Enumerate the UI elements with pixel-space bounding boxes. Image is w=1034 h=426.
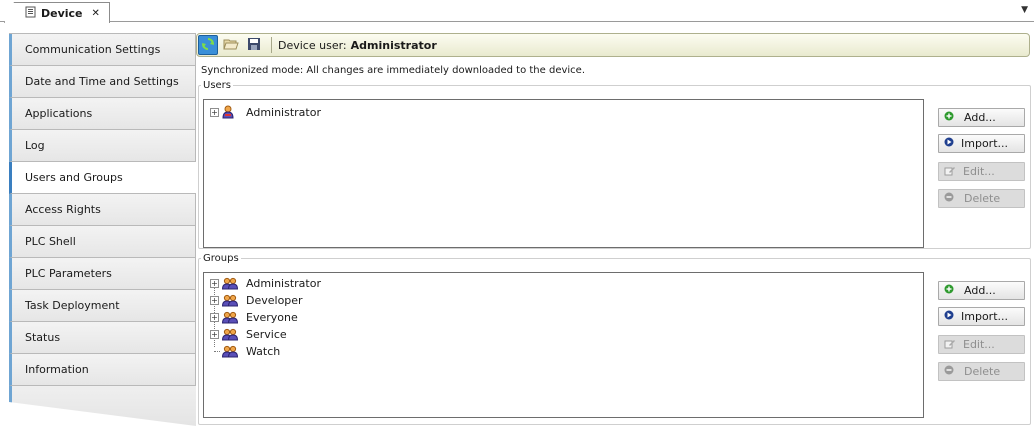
tree-item-group[interactable]: + Developer — [210, 292, 303, 308]
nav-item-plc-parameters[interactable]: PLC Parameters — [9, 258, 195, 290]
group-icon — [222, 276, 238, 290]
synchronize-button[interactable] — [198, 35, 218, 55]
delete-label: Delete — [964, 365, 1001, 378]
users-import-button[interactable]: Import... — [938, 134, 1025, 153]
users-and-groups-panel: Device user: Administrator Synchronized … — [196, 23, 1034, 426]
tree-item-label: Administrator — [246, 276, 321, 290]
tree-connector — [210, 350, 220, 352]
import-icon — [944, 310, 954, 323]
nav-item-access-rights[interactable]: Access Rights — [9, 194, 195, 226]
users-edit-button[interactable]: Edit... — [938, 162, 1025, 181]
nav-item-task-deployment[interactable]: Task Deployment — [9, 290, 195, 322]
import-icon — [944, 137, 954, 150]
users-toolbar: Device user: Administrator — [196, 33, 1030, 57]
add-label: Add... — [964, 111, 996, 124]
device-icon — [25, 6, 36, 21]
tree-item-user[interactable]: + Administrator — [210, 104, 321, 120]
toolbar-separator — [271, 37, 272, 53]
edit-icon — [944, 165, 956, 179]
nav-list: Communication Settings Date and Time and… — [9, 33, 196, 386]
tree-item-label: Everyone — [246, 310, 298, 324]
expand-icon[interactable]: + — [210, 329, 219, 339]
delete-icon — [944, 192, 954, 205]
tab-list-dropdown-icon[interactable]: ▼ — [1021, 5, 1028, 15]
tree-item-group[interactable]: Watch — [210, 343, 280, 359]
user-icon — [222, 105, 238, 119]
tree-item-group[interactable]: + Service — [210, 326, 287, 342]
import-label: Import... — [961, 137, 1008, 150]
delete-icon — [944, 365, 954, 378]
edit-icon — [944, 338, 956, 352]
expand-icon[interactable]: + — [210, 312, 219, 322]
save-button[interactable] — [244, 35, 264, 55]
group-icon — [222, 293, 238, 307]
edit-label: Edit... — [963, 338, 995, 351]
groups-import-button[interactable]: Import... — [938, 307, 1025, 326]
tree-item-label: Developer — [246, 293, 303, 307]
nav-item-applications[interactable]: Applications — [9, 98, 195, 130]
nav-item-plc-shell[interactable]: PLC Shell — [9, 226, 195, 258]
group-icon — [222, 344, 238, 358]
device-editor-navigation: Communication Settings Date and Time and… — [0, 23, 196, 426]
tree-item-group[interactable]: + Administrator — [210, 275, 321, 291]
groups-tree[interactable]: + Administrator + Developer + Everyone +… — [203, 272, 924, 418]
add-icon — [944, 111, 954, 124]
nav-item-status[interactable]: Status — [9, 322, 195, 354]
folder-open-icon — [223, 37, 239, 54]
add-icon — [944, 284, 954, 297]
users-group: Users + Administrator Add... Import... E… — [198, 80, 1031, 249]
device-user-value: Administrator — [350, 38, 437, 52]
users-add-button[interactable]: Add... — [938, 108, 1025, 127]
users-tree[interactable]: + Administrator — [203, 99, 924, 248]
delete-label: Delete — [964, 192, 1001, 205]
tab-device[interactable]: Device ✕ — [4, 2, 110, 23]
refresh-icon — [201, 37, 215, 54]
groups-add-button[interactable]: Add... — [938, 281, 1025, 300]
open-button[interactable] — [221, 35, 241, 55]
group-icon — [222, 310, 238, 324]
groups-group: Groups + Administrator + Developer + Eve… — [198, 253, 1031, 425]
nav-item-log[interactable]: Log — [9, 130, 195, 162]
expand-icon[interactable]: + — [210, 107, 219, 117]
nav-item-date-and-time[interactable]: Date and Time and Settings — [9, 66, 195, 98]
nav-item-communication-settings[interactable]: Communication Settings — [9, 34, 195, 66]
add-label: Add... — [964, 284, 996, 297]
nav-item-information[interactable]: Information — [9, 354, 195, 386]
tree-item-label: Administrator — [246, 105, 321, 119]
groups-legend: Groups — [203, 253, 239, 264]
device-user-label: Device user: — [278, 38, 347, 52]
tree-item-group[interactable]: + Everyone — [210, 309, 298, 325]
group-icon — [222, 327, 238, 341]
nav-decoration — [9, 386, 196, 426]
expand-icon[interactable]: + — [210, 295, 219, 305]
tab-label: Device — [41, 6, 83, 20]
editor-tab-bar: Device ✕ ▼ — [0, 0, 1034, 23]
users-legend: Users — [203, 80, 232, 91]
import-label: Import... — [961, 310, 1008, 323]
close-icon[interactable]: ✕ — [92, 8, 100, 19]
tree-item-label: Watch — [246, 344, 281, 358]
users-delete-button[interactable]: Delete — [938, 189, 1025, 208]
save-icon — [247, 37, 261, 54]
tree-item-label: Service — [246, 327, 287, 341]
sync-mode-message: Synchronized mode: All changes are immed… — [201, 65, 585, 76]
groups-edit-button[interactable]: Edit... — [938, 335, 1025, 354]
nav-item-users-and-groups[interactable]: Users and Groups — [9, 162, 196, 194]
edit-label: Edit... — [963, 165, 995, 178]
expand-icon[interactable]: + — [210, 278, 219, 288]
groups-delete-button[interactable]: Delete — [938, 362, 1025, 381]
